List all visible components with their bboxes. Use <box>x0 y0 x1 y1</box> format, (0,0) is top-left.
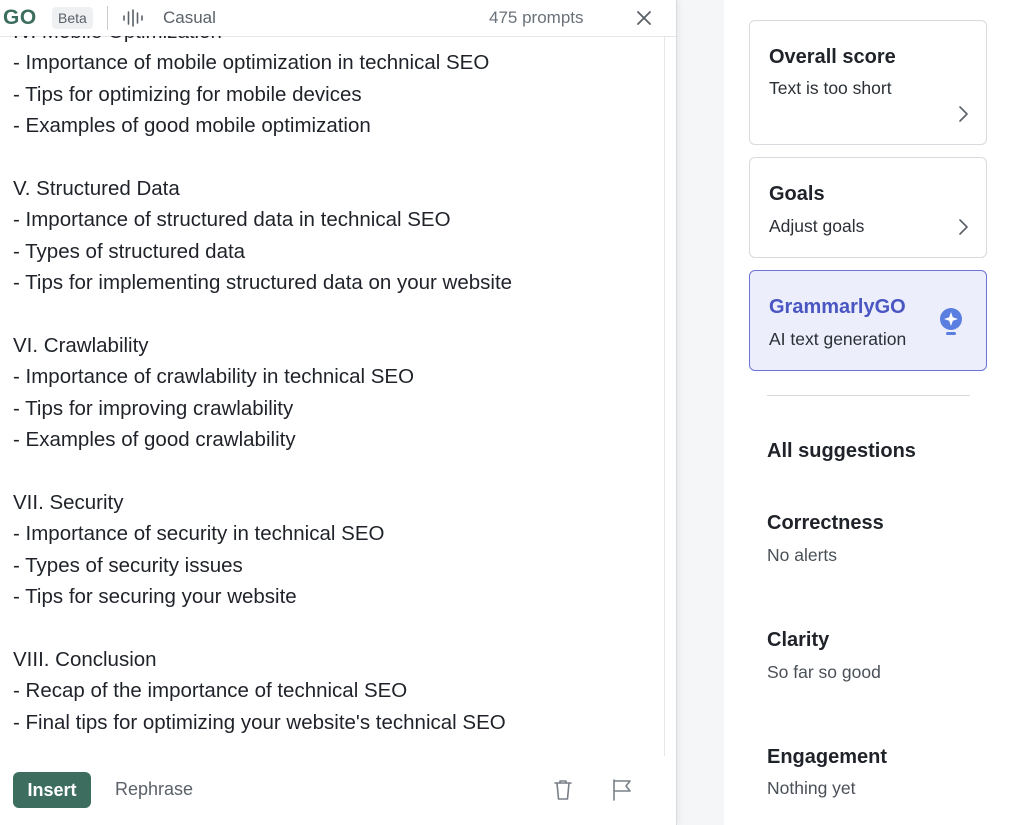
grammarlygo-card[interactable]: GrammarlyGO AI text generation <box>749 270 987 371</box>
goals-title: Goals <box>769 183 825 205</box>
text-line: VII. Security <box>13 490 124 514</box>
go-panel-header: GO Beta Casual 475 prompts <box>0 0 676 37</box>
text-line: - Final tips for optimizing your website… <box>13 710 506 734</box>
text-line: - Types of structured data <box>13 239 246 263</box>
generated-text-area[interactable]: IV. Mobile Optimization - Importance of m… <box>0 36 665 756</box>
category-clarity-title[interactable]: Clarity <box>767 629 829 652</box>
assistant-sidebar: Overall score Text is too short Goals Ad… <box>724 0 1024 825</box>
header-divider <box>107 6 108 30</box>
category-engagement-status: Nothing yet <box>767 778 856 798</box>
text-line: - Importance of mobile optimization in t… <box>13 51 490 75</box>
category-correctness-status: No alerts <box>767 545 838 565</box>
prompts-remaining-count: 475 prompts <box>489 8 584 27</box>
rephrase-button[interactable]: Rephrase <box>115 779 193 800</box>
text-line: - Recap of the importance of technical S… <box>13 679 408 703</box>
audio-waveform-icon <box>123 9 143 27</box>
overall-score-card[interactable]: Overall score Text is too short <box>749 20 987 145</box>
goals-card[interactable]: Goals Adjust goals <box>749 157 987 258</box>
text-line: - Tips for implementing structured data … <box>13 271 513 295</box>
chevron-right-icon <box>959 219 968 235</box>
text-line: - Tips for optimizing for mobile devices <box>13 82 362 106</box>
all-suggestions-heading[interactable]: All suggestions <box>767 440 916 463</box>
overall-score-subtitle: Text is too short <box>769 78 892 98</box>
text-line: IV. Mobile Optimization <box>13 36 653 47</box>
text-line: V. Structured Data <box>13 176 180 200</box>
text-line: - Importance of structured data in techn… <box>13 208 451 232</box>
voice-setting-label[interactable]: Casual <box>163 8 216 28</box>
beta-badge: Beta <box>52 7 93 29</box>
go-logo: GO <box>3 6 37 29</box>
text-line: - Importance of security in technical SE… <box>13 522 385 546</box>
text-line: - Tips for improving crawlability <box>13 396 294 420</box>
text-line: - Examples of good mobile optimization <box>13 114 371 138</box>
text-line: VI. Crawlability <box>13 333 149 357</box>
grammarlygo-title: GrammarlyGO <box>769 296 906 318</box>
category-correctness-title[interactable]: Correctness <box>767 512 884 535</box>
close-icon[interactable] <box>632 6 656 30</box>
insert-button[interactable]: Insert <box>13 772 91 808</box>
category-engagement-title[interactable]: Engagement <box>767 746 887 769</box>
overall-score-title: Overall score <box>769 46 896 68</box>
trash-icon[interactable] <box>552 778 574 802</box>
section-divider <box>767 395 970 396</box>
text-line: VIII. Conclusion <box>13 647 157 671</box>
grammarlygo-panel: GO Beta Casual 475 prompts IV. Mobile Op… <box>0 0 677 825</box>
lightbulb-sparkle-icon <box>940 308 962 335</box>
chevron-right-icon <box>959 106 968 122</box>
text-line: - Types of security issues <box>13 553 243 577</box>
grammarlygo-subtitle: AI text generation <box>769 329 907 349</box>
flag-icon[interactable] <box>611 778 633 802</box>
go-panel-footer: Insert Rephrase <box>0 756 664 825</box>
category-clarity-status: So far so good <box>767 662 881 682</box>
generated-text: IV. Mobile Optimization - Importance of m… <box>13 36 653 738</box>
text-line: - Examples of good crawlability <box>13 428 296 452</box>
goals-subtitle: Adjust goals <box>769 216 865 236</box>
text-line: - Importance of crawlability in technica… <box>13 365 415 389</box>
text-line: - Tips for securing your website <box>13 585 297 609</box>
